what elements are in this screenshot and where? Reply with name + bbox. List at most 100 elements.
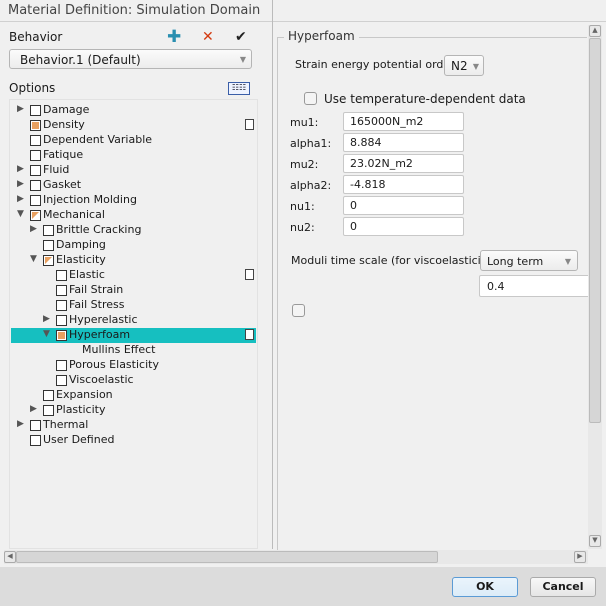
plus-icon[interactable]: ✚ bbox=[167, 27, 181, 47]
param-label: nu2: bbox=[290, 221, 315, 234]
chevron-down-icon: ▼ bbox=[472, 62, 479, 71]
tree-checkbox[interactable] bbox=[56, 315, 67, 326]
tree-checkbox[interactable] bbox=[43, 225, 54, 236]
param-input-alpha1[interactable]: 8.884 bbox=[343, 133, 464, 152]
horizontal-scrollbar[interactable]: ◀ ▶ bbox=[4, 550, 588, 564]
param-label: mu1: bbox=[290, 116, 319, 129]
collapsed-arrow-icon[interactable]: ▶ bbox=[17, 194, 24, 204]
tree-item-label: User Defined bbox=[43, 433, 115, 446]
tree-item-dependent-variable[interactable]: Dependent Variable bbox=[11, 133, 256, 148]
param-label: nu1: bbox=[290, 200, 315, 213]
tree-checkbox[interactable] bbox=[30, 435, 41, 446]
tree-item-fluid[interactable]: ▶ Fluid bbox=[11, 163, 256, 178]
tree-checkbox[interactable] bbox=[43, 390, 54, 401]
tree-checkbox[interactable] bbox=[43, 405, 54, 416]
tree-item-injection-molding[interactable]: ▶ Injection Molding bbox=[11, 193, 256, 208]
tree-item-expansion[interactable]: Expansion bbox=[11, 388, 256, 403]
tree-checkbox[interactable] bbox=[43, 240, 54, 251]
collapsed-arrow-icon[interactable]: ▶ bbox=[30, 404, 37, 414]
tree-item-label: Damage bbox=[43, 103, 90, 116]
tree-checkbox[interactable] bbox=[30, 105, 41, 116]
collapsed-arrow-icon[interactable]: ▶ bbox=[17, 179, 24, 189]
tree-item-fatique[interactable]: Fatique bbox=[11, 148, 256, 163]
x-icon[interactable]: ✕ bbox=[202, 29, 214, 45]
tree-checkbox[interactable] bbox=[56, 300, 67, 311]
param-input-nu1[interactable]: 0 bbox=[343, 196, 464, 215]
extra-checkbox[interactable] bbox=[292, 304, 305, 317]
tree-item-user-defined[interactable]: User Defined bbox=[11, 433, 256, 448]
tree-checkbox[interactable] bbox=[30, 165, 41, 176]
tree-item-label: Fail Stress bbox=[69, 298, 125, 311]
temp-dep-checkbox[interactable] bbox=[304, 92, 317, 105]
tree-item-hyperelastic[interactable]: ▶ Hyperelastic bbox=[11, 313, 256, 328]
behavior-selected: Behavior.1 (Default) bbox=[20, 53, 141, 67]
tree-item-gasket[interactable]: ▶ Gasket bbox=[11, 178, 256, 193]
param-input-alpha2[interactable]: -4.818 bbox=[343, 175, 464, 194]
tree-item-porous-elasticity[interactable]: Porous Elasticity bbox=[11, 358, 256, 373]
expanded-arrow-icon[interactable]: ▼ bbox=[43, 329, 50, 339]
behavior-select[interactable]: Behavior.1 (Default) ▼ bbox=[9, 49, 252, 69]
param-input-mu1[interactable]: 165000N_m2 bbox=[343, 112, 464, 131]
collapsed-arrow-icon[interactable]: ▶ bbox=[17, 104, 24, 114]
tree-checkbox[interactable] bbox=[56, 285, 67, 296]
scroll-up-icon[interactable]: ▲ bbox=[589, 25, 601, 37]
tree-checkbox[interactable] bbox=[56, 360, 67, 371]
tree-checkbox[interactable] bbox=[30, 150, 41, 161]
collapsed-arrow-icon[interactable]: ▶ bbox=[43, 314, 50, 324]
tree-checkbox[interactable] bbox=[30, 420, 41, 431]
tree-checkbox[interactable] bbox=[30, 135, 41, 146]
tree-item-fail-stress[interactable]: Fail Stress bbox=[11, 298, 256, 313]
document-icon[interactable] bbox=[245, 269, 254, 280]
tree-item-elastic[interactable]: Elastic bbox=[11, 268, 256, 283]
cancel-button[interactable]: Cancel bbox=[530, 577, 596, 597]
tree-checkbox[interactable] bbox=[30, 195, 41, 206]
collapsed-arrow-icon[interactable]: ▶ bbox=[30, 224, 37, 234]
expanded-arrow-icon[interactable]: ▼ bbox=[17, 209, 24, 219]
moduli-select[interactable]: Long term ▼ bbox=[480, 250, 578, 271]
tree-item-hyperfoam[interactable]: ▼ Hyperfoam bbox=[11, 328, 256, 343]
ok-button[interactable]: OK bbox=[452, 577, 518, 597]
check-icon[interactable]: ✔ bbox=[235, 29, 247, 45]
document-icon[interactable] bbox=[245, 329, 254, 340]
order-select[interactable]: N2 ▼ bbox=[444, 55, 484, 76]
tree-checkbox[interactable] bbox=[30, 210, 41, 221]
param-input-mu2[interactable]: 23.02N_m2 bbox=[343, 154, 464, 173]
vertical-scroll-thumb[interactable] bbox=[589, 38, 601, 423]
tree-item-mechanical[interactable]: ▼ Mechanical bbox=[11, 208, 256, 223]
horizontal-scroll-thumb[interactable] bbox=[16, 551, 438, 563]
tree-checkbox[interactable] bbox=[56, 270, 67, 281]
scroll-right-icon[interactable]: ▶ bbox=[574, 551, 586, 563]
expanded-arrow-icon[interactable]: ▼ bbox=[30, 254, 37, 264]
collapsed-arrow-icon[interactable]: ▶ bbox=[17, 419, 24, 429]
tree-item-viscoelastic[interactable]: Viscoelastic bbox=[11, 373, 256, 388]
tree-item-mullins-effect[interactable]: Mullins Effect bbox=[11, 343, 256, 358]
tree-item-label: Injection Molding bbox=[43, 193, 137, 206]
tree-checkbox[interactable] bbox=[56, 330, 67, 341]
scroll-down-icon[interactable]: ▼ bbox=[589, 535, 601, 547]
collapsed-arrow-icon[interactable]: ▶ bbox=[17, 164, 24, 174]
tree-item-label: Brittle Cracking bbox=[56, 223, 142, 236]
tree-item-plasticity[interactable]: ▶ Plasticity bbox=[11, 403, 256, 418]
tree-item-label: Elasticity bbox=[56, 253, 106, 266]
document-icon[interactable] bbox=[245, 119, 254, 130]
tree-checkbox[interactable] bbox=[30, 180, 41, 191]
tree-item-label: Mechanical bbox=[43, 208, 105, 221]
tree-item-fail-strain[interactable]: Fail Strain bbox=[11, 283, 256, 298]
tree-item-damping[interactable]: Damping bbox=[11, 238, 256, 253]
splitter[interactable] bbox=[272, 0, 273, 549]
tree-item-elasticity[interactable]: ▼ Elasticity bbox=[11, 253, 256, 268]
tree-checkbox[interactable] bbox=[30, 120, 41, 131]
scroll-left-icon[interactable]: ◀ bbox=[4, 551, 16, 563]
tree-item-brittle-cracking[interactable]: ▶ Brittle Cracking bbox=[11, 223, 256, 238]
tree-item-label: Mullins Effect bbox=[82, 343, 156, 356]
tree-item-damage[interactable]: ▶ Damage bbox=[11, 103, 256, 118]
behavior-label: Behavior bbox=[9, 30, 63, 44]
tree-checkbox[interactable] bbox=[56, 375, 67, 386]
list-view-icon[interactable]: ☷☷ bbox=[228, 82, 250, 95]
tree-item-thermal[interactable]: ▶ Thermal bbox=[11, 418, 256, 433]
tree-item-density[interactable]: Density bbox=[11, 118, 256, 133]
vertical-scrollbar[interactable]: ▲ ▼ bbox=[588, 25, 602, 549]
param-input-nu2[interactable]: 0 bbox=[343, 217, 464, 236]
tree-checkbox[interactable] bbox=[43, 255, 54, 266]
extra-input[interactable]: 0.4 bbox=[479, 275, 591, 297]
